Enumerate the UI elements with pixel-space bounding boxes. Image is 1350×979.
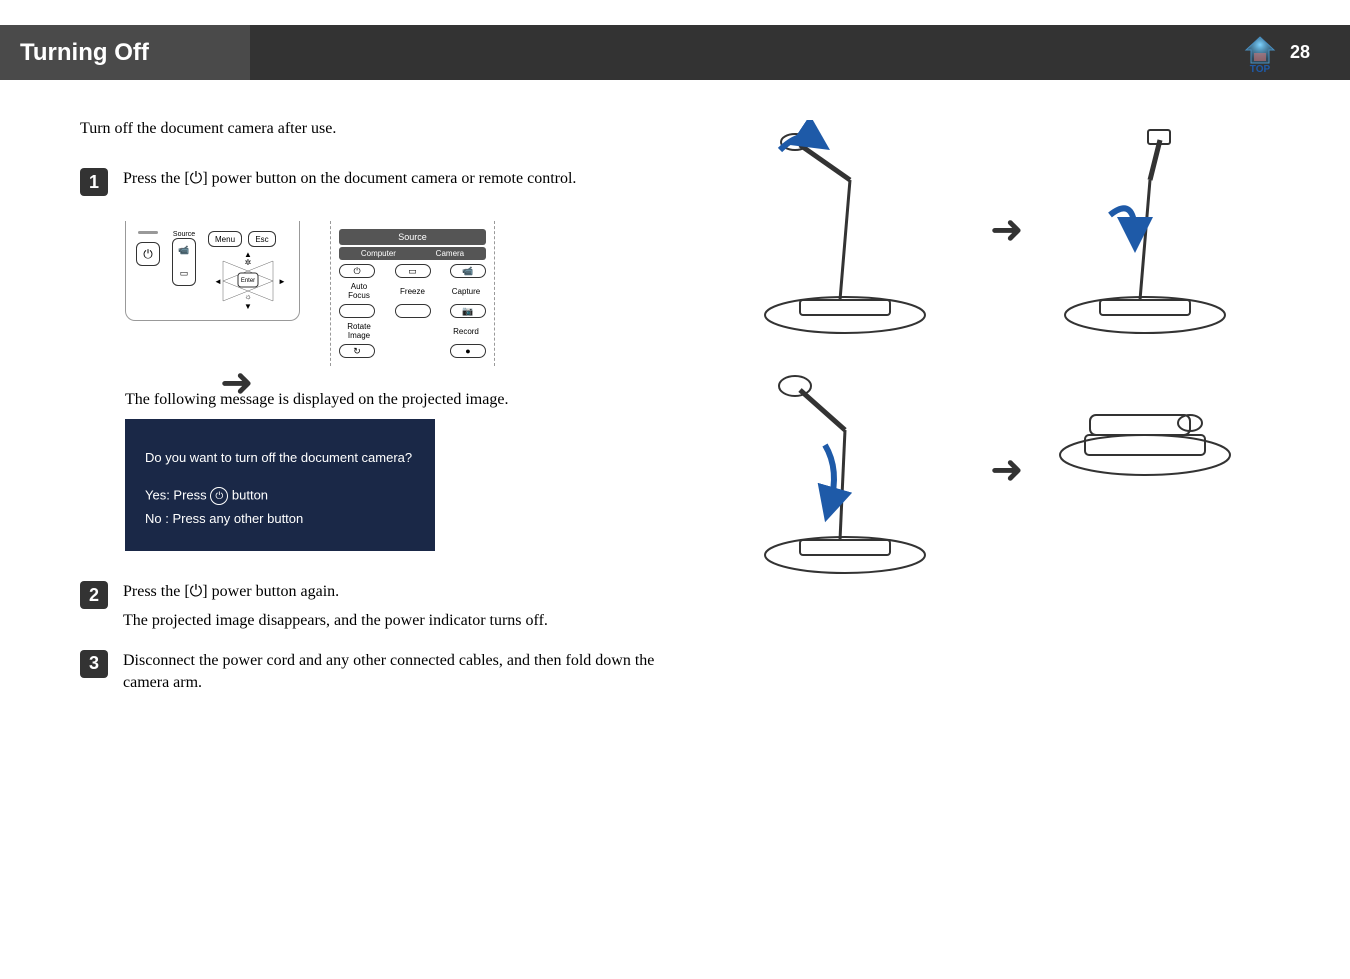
camera-position-2 xyxy=(1040,120,1250,340)
record-label: Record xyxy=(446,327,486,336)
camera-position-3 xyxy=(740,360,950,580)
power-button-icon: ⏻ xyxy=(136,242,160,266)
auto-focus-label: Auto Focus xyxy=(339,282,379,300)
projector-question: Do you want to turn off the document cam… xyxy=(145,449,415,467)
svg-text:Enter: Enter xyxy=(241,278,255,284)
fold-sequence: ➜ xyxy=(740,120,1270,580)
dpad-icon: Enter ▲ ▼ ◄ ► ✲ ☼ xyxy=(208,251,288,311)
message-intro: The following message is displayed on th… xyxy=(125,391,680,409)
header-title: Turning Off xyxy=(0,25,250,80)
arrow-right-mid: ➜ xyxy=(220,360,254,406)
remote-camera-button: 📹 xyxy=(450,264,486,278)
step-2: 2 Press the [⏻] power button again. The … xyxy=(80,581,680,629)
capture-label: Capture xyxy=(446,287,486,296)
svg-text:◄: ◄ xyxy=(214,277,222,286)
step-3-text: Disconnect the power cord and any other … xyxy=(123,650,680,695)
esc-button: Esc xyxy=(248,231,276,247)
rotate-image-label: Rotate Image xyxy=(339,322,379,340)
step-number-1: 1 xyxy=(80,168,108,196)
source-toggle-icon: 📹▭ xyxy=(172,238,196,286)
step-1: 1 Press the [⏻] power button on the docu… xyxy=(80,168,680,196)
projector-yes: Yes: Press ⏻ button xyxy=(145,487,415,505)
top-label: TOP xyxy=(1250,64,1270,75)
document-camera-control-panel: ⏻ Source 📹▭ Menu Esc xyxy=(125,221,300,321)
home-top-icon[interactable]: TOP xyxy=(1240,33,1280,73)
step-2-sub: The projected image disappears, and the … xyxy=(123,612,680,630)
arrow-right-2: ➜ xyxy=(990,447,1020,493)
header-right: TOP 28 xyxy=(1240,33,1350,73)
indicator-icon xyxy=(138,231,158,234)
yes-prefix: Yes: Press xyxy=(145,488,210,503)
svg-text:☼: ☼ xyxy=(244,292,251,301)
step-1-text: Press the [⏻] power button on the docume… xyxy=(123,168,680,190)
page-number: 28 xyxy=(1290,42,1310,63)
remote-subheader: Computer Camera xyxy=(339,247,486,260)
projector-message-box: Do you want to turn off the document cam… xyxy=(125,419,435,551)
record-button: ● xyxy=(450,344,486,358)
diagrams-row: ⏻ Source 📹▭ Menu Esc xyxy=(125,221,680,366)
content-area: Turn off the document camera after use. … xyxy=(0,80,1350,754)
svg-text:►: ► xyxy=(278,277,286,286)
power-icon: ⏻ xyxy=(190,170,203,187)
remote-power-button: ⏻ xyxy=(339,264,375,278)
source-label: Source xyxy=(173,231,195,238)
step-1-text-a: Press the [ xyxy=(123,170,190,187)
yes-suffix: button xyxy=(228,488,268,503)
step-number-2: 2 xyxy=(80,581,108,609)
freeze-label: Freeze xyxy=(393,287,433,296)
freeze-button xyxy=(395,304,431,318)
remote-source-header: Source xyxy=(339,229,486,245)
nav-pad: Menu Esc Enter ▲ ▼ ◄ ► ✲ xyxy=(208,231,288,311)
step-3: 3 Disconnect the power cord and any othe… xyxy=(80,650,680,695)
auto-focus-button xyxy=(339,304,375,318)
svg-text:▼: ▼ xyxy=(244,302,252,311)
step-2-text: Press the [⏻] power button again. xyxy=(123,581,680,603)
step-1-text-b: ] power button on the document camera or… xyxy=(202,170,576,187)
camera-position-1 xyxy=(740,120,950,340)
left-column: Turn off the document camera after use. … xyxy=(80,120,680,714)
svg-text:✲: ✲ xyxy=(245,258,252,267)
remote-camera-label: Camera xyxy=(436,249,464,258)
inline-power-icon: ⏻ xyxy=(210,487,228,505)
step-number-3: 3 xyxy=(80,650,108,678)
remote-computer-label: Computer xyxy=(361,249,396,258)
capture-button: 📷 xyxy=(450,304,486,318)
camera-position-4 xyxy=(1040,360,1250,580)
rotate-button: ↻ xyxy=(339,344,375,358)
remote-computer-button: ▭ xyxy=(395,264,431,278)
remote-control-panel: Source Computer Camera ⏻ ▭ 📹 Auto Focus … xyxy=(330,221,495,366)
projector-no: No : Press any other button xyxy=(145,511,415,526)
menu-button: Menu xyxy=(208,231,242,247)
arrow-right-1: ➜ xyxy=(990,207,1020,253)
page-header: Turning Off TOP 28 xyxy=(0,25,1350,80)
right-column: ➜ xyxy=(740,120,1270,714)
intro-text: Turn off the document camera after use. xyxy=(80,120,680,138)
